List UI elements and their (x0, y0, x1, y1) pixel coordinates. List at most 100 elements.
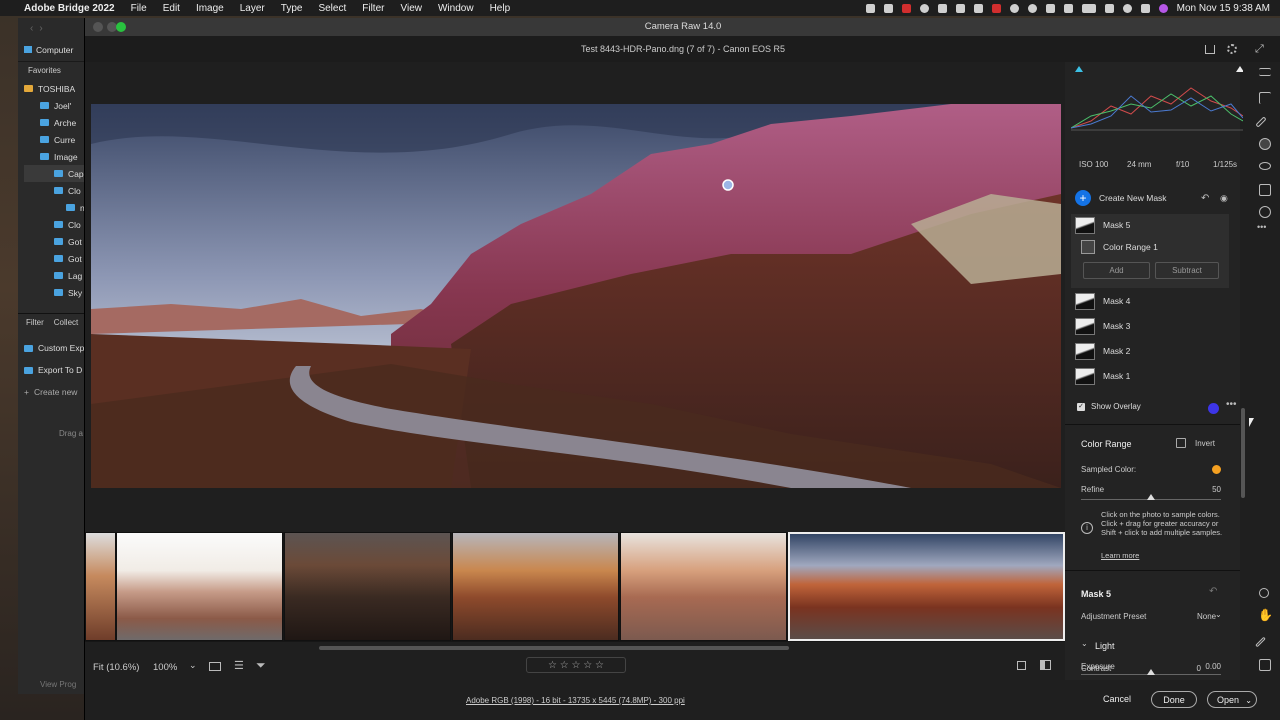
menu-app-name[interactable]: Adobe Bridge 2022 (16, 3, 123, 14)
menu-type[interactable]: Type (273, 3, 311, 14)
folder-item[interactable]: Got (24, 250, 85, 267)
eye-icon[interactable]: ◉ (1220, 193, 1228, 204)
menu-layer[interactable]: Layer (232, 3, 273, 14)
mask-item-3[interactable]: Mask 3 (1075, 315, 1225, 337)
refine-slider-thumb[interactable] (1147, 494, 1155, 500)
adjustment-preset-select[interactable]: None (1197, 612, 1216, 621)
tray-icon[interactable] (919, 3, 929, 13)
mask-item-2[interactable]: Mask 2 (1075, 340, 1225, 362)
more-tools-icon[interactable]: ••• (1257, 222, 1266, 232)
clock-tray-icon[interactable] (1009, 3, 1019, 13)
filmstrip-thumbnail[interactable] (620, 532, 787, 641)
bridge-location[interactable]: Computer (36, 45, 73, 55)
zoom-tool-icon[interactable] (1259, 588, 1269, 598)
folder-item[interactable]: Clo (24, 216, 85, 233)
control-center-icon[interactable] (1140, 3, 1150, 13)
folder-item[interactable]: Image (24, 148, 85, 165)
exposure-slider-thumb[interactable] (1147, 669, 1155, 675)
folder-item[interactable]: Arche (24, 114, 85, 131)
reset-icon[interactable]: ↶ (1201, 193, 1209, 204)
gear-icon[interactable] (1227, 44, 1237, 54)
main-photo-preview[interactable] (91, 104, 1061, 488)
red-eye-icon[interactable] (1259, 162, 1271, 170)
menu-image[interactable]: Image (188, 3, 232, 14)
tray-icon[interactable] (973, 3, 983, 13)
tray-icon[interactable] (865, 3, 875, 13)
contrast-value[interactable]: 0 (1181, 664, 1201, 673)
chevron-down-icon[interactable]: ⌄ (1245, 692, 1252, 709)
grid-overlay-icon[interactable] (1259, 659, 1271, 671)
color-range-item[interactable]: Color Range 1 (1081, 236, 1231, 258)
star-rating[interactable]: ☆ ☆ ☆ ☆ ☆ (526, 657, 626, 673)
fit-zoom-button[interactable]: Fit (10.6%) (93, 662, 139, 673)
tab-collections[interactable]: Collect (54, 314, 78, 331)
edit-sliders-icon[interactable] (1259, 68, 1271, 76)
wifi-icon[interactable] (1104, 3, 1114, 13)
moon-icon[interactable] (1027, 3, 1037, 13)
filmstrip-scrollbar[interactable] (319, 646, 789, 650)
color-sample-pin[interactable] (722, 179, 734, 191)
forward-icon[interactable]: › (39, 23, 42, 34)
menu-clock[interactable]: Mon Nov 15 9:38 AM (1177, 3, 1270, 14)
reset-icon[interactable]: ↶ (1209, 586, 1217, 597)
mask-item-4[interactable]: Mask 4 (1075, 290, 1225, 312)
create-new-mask-label[interactable]: Create New Mask (1099, 193, 1167, 203)
tray-icon[interactable] (955, 3, 965, 13)
menu-view[interactable]: View (392, 3, 430, 14)
sort-icon[interactable]: ☰ (234, 659, 244, 672)
tab-favorites[interactable]: Favorites (18, 62, 85, 80)
collection-item[interactable]: Export To D (18, 359, 85, 381)
chevron-down-icon[interactable]: ⌄ (1215, 610, 1222, 619)
folder-item[interactable]: Curre (24, 131, 85, 148)
folder-item[interactable]: Clo (24, 182, 85, 199)
refine-value[interactable]: 50 (1197, 485, 1221, 494)
crop-icon[interactable] (1259, 92, 1271, 104)
filmstrip-thumbnail[interactable] (452, 532, 619, 641)
folder-item-selected[interactable]: Cap (24, 165, 85, 182)
mask-item-1[interactable]: Mask 1 (1075, 365, 1225, 387)
tray-icon[interactable] (883, 3, 893, 13)
save-icon[interactable] (1205, 45, 1215, 54)
filmstrip-thumbnail[interactable] (284, 532, 451, 641)
learn-more-link[interactable]: Learn more (1101, 551, 1139, 560)
tray-icon[interactable] (937, 3, 947, 13)
menu-file[interactable]: File (123, 3, 155, 14)
healing-icon[interactable] (1255, 116, 1267, 128)
folder-item[interactable]: Got (24, 233, 85, 250)
filter-icon[interactable]: ⏷ (256, 658, 266, 673)
plus-icon[interactable]: + (1075, 190, 1091, 206)
filmstrip-thumbnail[interactable] (116, 532, 283, 641)
menu-filter[interactable]: Filter (354, 3, 392, 14)
open-button[interactable]: Open ⌄ (1207, 691, 1257, 708)
siri-icon[interactable] (1158, 3, 1168, 13)
more-options-icon[interactable]: ••• (1226, 399, 1237, 410)
light-section-title[interactable]: Light (1095, 641, 1115, 651)
menu-select[interactable]: Select (310, 3, 354, 14)
create-new-collection[interactable]: + Create new (18, 381, 85, 403)
show-overlay-checkbox[interactable]: ✓ (1077, 402, 1085, 411)
presets-icon[interactable] (1259, 206, 1271, 218)
done-button[interactable]: Done (1151, 691, 1197, 708)
fullscreen-icon[interactable]: ⤢ (1255, 36, 1264, 62)
back-icon[interactable]: ‹ (30, 23, 33, 34)
bluetooth-icon[interactable] (1063, 3, 1073, 13)
tray-icon[interactable] (1045, 3, 1055, 13)
mask-item-5[interactable]: Mask 5 (1075, 214, 1225, 236)
tab-filter[interactable]: Filter (26, 314, 44, 331)
before-after-icon[interactable] (1040, 660, 1051, 670)
filmstrip-thumbnail[interactable] (85, 532, 116, 641)
overlay-color-swatch[interactable] (1208, 403, 1219, 414)
folder-item[interactable]: Joel' (24, 97, 85, 114)
sampled-color-swatch[interactable] (1211, 464, 1222, 475)
grid-view-icon[interactable] (209, 662, 221, 671)
add-mask-button[interactable]: Add (1083, 262, 1150, 279)
zoom-level-select[interactable]: 100% (153, 662, 177, 673)
single-view-icon[interactable] (1017, 661, 1026, 670)
tray-icon[interactable] (991, 3, 1001, 13)
menu-edit[interactable]: Edit (155, 3, 188, 14)
eyedropper-icon[interactable] (1255, 636, 1266, 648)
masking-icon[interactable] (1259, 138, 1271, 150)
invert-checkbox[interactable] (1176, 438, 1186, 448)
chevron-down-icon[interactable]: ⌄ (189, 660, 197, 671)
create-new-mask-row[interactable]: + Create New Mask ↶ ◉ (1075, 190, 1235, 206)
